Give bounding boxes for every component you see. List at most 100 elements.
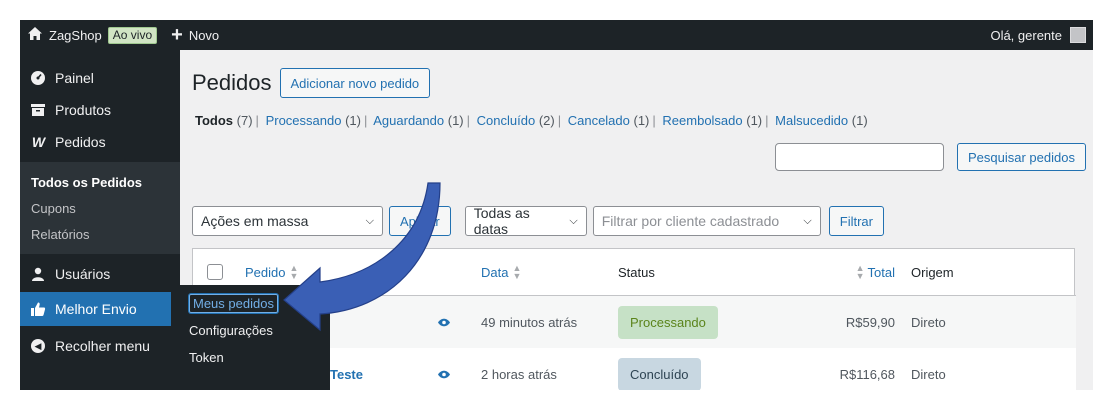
search-input[interactable] [775,143,944,171]
sidebar-item-label: Usuários [55,266,111,282]
submenu-item-todos-pedidos[interactable]: Todos os Pedidos [20,169,180,195]
sidebar-item-label: Produtos [55,102,112,118]
select-all-checkbox[interactable] [207,264,223,280]
add-new-order-button[interactable]: Adicionar novo pedido [279,68,431,98]
thumbs-up-icon [29,300,47,318]
column-label: Data [481,264,509,280]
view-count: (1) [851,113,868,128]
sidebar-item-pedidos[interactable]: W Pedidos [20,126,180,158]
search-orders-button[interactable]: Pesquisar pedidos [957,143,1086,171]
submenu-item-relatorios[interactable]: Relatórios [20,221,180,247]
column-data[interactable]: Data ▲ ▼ [481,263,522,281]
collapse-icon: ◀ [29,337,47,355]
bulk-actions-select[interactable]: Ações em massa ⌵ [192,206,383,236]
order-total: R$59,90 [845,314,895,330]
sidebar-item-label: Pedidos [55,134,106,150]
tablenav-filters: Ações em massa ⌵ Aplicar Todas as datas … [192,205,884,237]
filter-button[interactable]: Filtrar [828,206,884,236]
sidebar-item-produtos[interactable]: Produtos [20,94,180,126]
pedidos-submenu: Todos os Pedidos Cupons Relatórios [20,162,180,254]
status-cell: Processando [618,305,718,339]
sort-icon: ▲ ▼ [512,263,522,281]
admin-bar: ZagShop Ao vivo + Novo Olá, gerente [20,20,1093,50]
separator: | [363,113,368,128]
separator: | [255,113,259,128]
live-badge: Ao vivo [107,26,158,44]
dashboard-icon [29,69,47,87]
melhor-envio-flyout: Meus pedidos Configurações Token [171,285,330,390]
home-icon [27,26,43,44]
sidebar-item-label: Recolher menu [55,338,150,354]
view-reembolsado[interactable]: Reembolsado [662,113,742,128]
flyout-item-label: Meus pedidos [189,294,278,313]
sidebar-item-label: Painel [55,70,94,86]
site-name: ZagShop [49,27,102,43]
sidebar-item-painel[interactable]: Painel [20,62,180,94]
order-total: R$116,68 [839,366,895,382]
separator: | [652,113,656,128]
sidebar-item-recolher-menu[interactable]: ◀ Recolher menu [20,330,180,362]
flyout-item-meus-pedidos[interactable]: Meus pedidos [171,290,330,317]
view-count: (7) [236,113,253,128]
sidebar-item-usuarios[interactable]: Usuários [20,258,180,290]
avatar [1070,27,1086,43]
view-processando[interactable]: Processando [266,113,342,128]
separator: | [466,113,471,128]
chevron-down-icon: ⌵ [365,214,374,227]
column-total[interactable]: ▲ ▼ Total [855,263,895,281]
order-origin: Direto [911,314,946,330]
view-count: (1) [345,113,361,128]
eye-icon[interactable] [437,370,451,379]
sidebar-item-melhor-envio[interactable]: Melhor Envio [20,292,180,326]
page-title: Pedidos [192,70,272,95]
view-count: (2) [538,113,555,128]
site-menu[interactable]: ZagShop Ao vivo [20,20,164,50]
dates-select[interactable]: Todas as datas ⌵ [464,205,587,237]
column-status: Status [618,264,655,280]
account-menu[interactable]: Olá, gerente [990,27,1093,43]
column-pedido[interactable]: Pedido ▲ ▼ [245,263,299,281]
status-cell: Concluído [618,357,701,390]
column-label: Pedido [245,264,286,280]
separator: | [765,113,769,128]
apply-button[interactable]: Aplicar [389,206,451,236]
sort-icon: ▲ ▼ [855,263,865,281]
products-icon [29,101,47,119]
sort-icon: ▲ ▼ [289,263,299,281]
flyout-item-token[interactable]: Token [171,344,330,371]
users-icon [29,265,47,283]
order-link[interactable]: Teste [330,367,363,382]
order-date: 49 minutos atrás [481,314,578,330]
status-badge: Processando [618,305,718,339]
wp-admin-frame: ZagShop Ao vivo + Novo Olá, gerente Pain… [20,20,1093,390]
admin-sidebar: Painel Produtos W Pedidos Todos os Pedid… [20,50,180,390]
dates-value: Todas as datas [473,205,530,237]
woo-icon: W [31,134,45,150]
view-todos[interactable]: Todos [195,113,233,128]
view-aguardando[interactable]: Aguardando [373,113,444,128]
view-malsucedido[interactable]: Malsucedido [775,113,848,128]
title-row: Pedidos Adicionar novo pedido [192,68,431,98]
order-date: 2 horas atrás [481,366,557,382]
view-concluido[interactable]: Concluído [477,113,536,128]
flyout-item-configuracoes[interactable]: Configurações [171,317,330,344]
column-origem: Origem [911,264,954,280]
new-content-menu[interactable]: + Novo [164,20,226,50]
customer-filter-placeholder: Filtrar por cliente cadastrado [601,213,780,229]
view-count: (1) [746,113,763,128]
chevron-down-icon: ⌵ [803,214,812,227]
column-label: Total [867,264,895,280]
submenu-item-cupons[interactable]: Cupons [20,195,180,221]
order-origin: Direto [911,366,946,382]
bulk-actions-value: Ações em massa [201,213,309,229]
customer-filter-select[interactable]: Filtrar por cliente cadastrado ⌵ [592,206,821,236]
sidebar-item-label: Melhor Envio [55,301,137,317]
status-badge: Concluído [618,357,701,390]
view-count: (1) [447,113,464,128]
chevron-down-icon: ⌵ [569,214,578,227]
view-cancelado[interactable]: Cancelado [568,113,630,128]
view-count: (1) [633,113,650,128]
eye-icon[interactable] [437,318,451,327]
select-all-cell [207,264,223,280]
new-label: Novo [188,27,220,43]
